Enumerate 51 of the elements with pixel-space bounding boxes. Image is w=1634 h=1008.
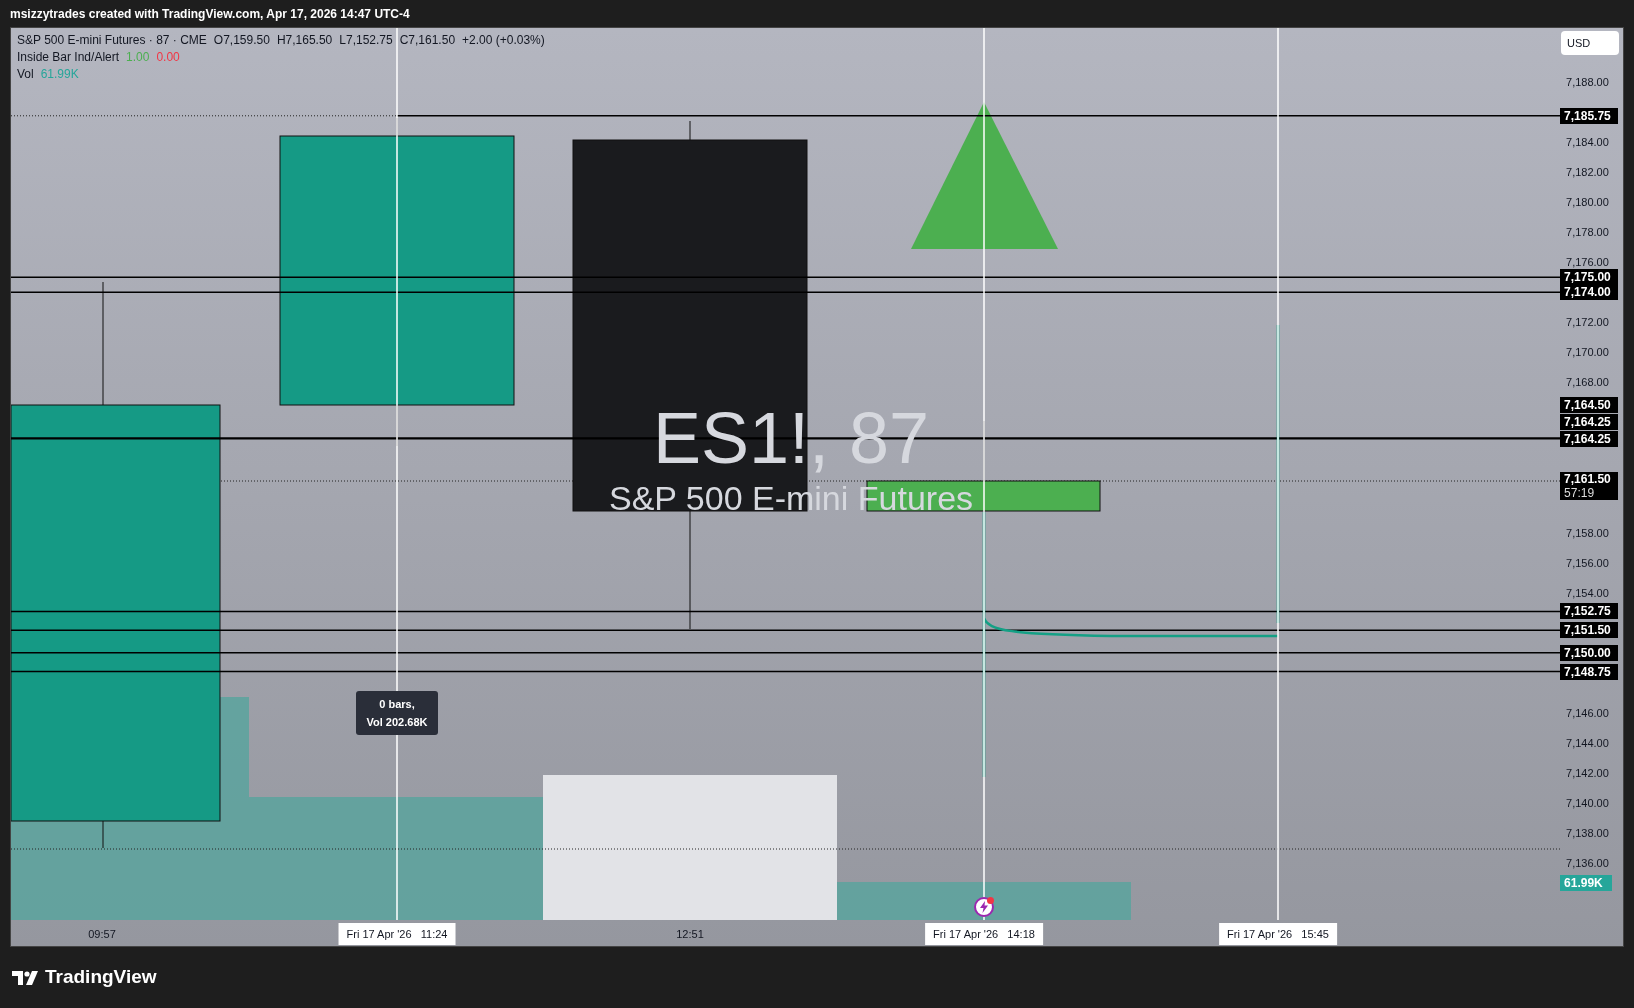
currency-button[interactable]: USD: [1561, 31, 1620, 55]
price-label: 7,174.00: [1560, 284, 1619, 300]
indicator-value: 61.99K: [40, 67, 79, 81]
price-tick: 7,146.00: [1566, 705, 1609, 720]
price-tick: 7,176.00: [1566, 255, 1609, 270]
price-tick: 7,142.00: [1566, 765, 1609, 780]
price-tick: 7,172.00: [1566, 315, 1609, 330]
price-tick: 7,154.00: [1566, 585, 1609, 600]
price-tick: 7,140.00: [1566, 795, 1609, 810]
price-label: 7,150.00: [1560, 645, 1619, 661]
price-label: 7,164.25: [1560, 414, 1619, 430]
price-label: 7,185.75: [1560, 108, 1619, 124]
indicator-name: Vol: [17, 67, 34, 81]
symbol-title: S&P 500 E-mini Futures · 87 · CME: [17, 33, 207, 47]
logo-icon: [12, 970, 40, 985]
price-tick: 7,184.00: [1566, 135, 1609, 150]
price-label: 7,148.75: [1560, 664, 1619, 680]
price-tick: 7,182.00: [1566, 165, 1609, 180]
time-label: Fri 17 Apr '26 11:24: [338, 923, 456, 945]
price-label: 7,151.50: [1560, 622, 1619, 638]
snapshot-title: msizzytrades created with TradingView.com, Apr 17, 2026 14:47 UTC-4: [10, 5, 410, 23]
price-tick: 7,168.00: [1566, 375, 1609, 390]
price-tick: 7,188.00: [1566, 75, 1609, 89]
price-label: 7,164.25: [1560, 431, 1619, 447]
time-label: 09:57: [88, 927, 116, 942]
ohlc-value: H7,165.50: [276, 33, 333, 47]
brand-name: TradingView: [45, 965, 157, 990]
price-tick: 7,180.00: [1566, 195, 1609, 210]
price-tick: 7,178.00: [1566, 225, 1609, 240]
time-label: 12:51: [676, 927, 704, 942]
change-value: +2.00 (+0.03%): [462, 33, 545, 47]
indicator-name: Inside Bar Ind/Alert: [17, 50, 120, 64]
price-tick: 7,156.00: [1566, 555, 1609, 570]
indicator-value: 0.00: [156, 50, 180, 64]
tooltip: 0 bars, Vol 202.68K: [356, 691, 438, 735]
price-label: 7,175.00: [1560, 269, 1619, 285]
indicator-value: 1.00: [126, 50, 150, 64]
time-label: Fri 17 Apr '26 14:18: [925, 923, 1043, 945]
price-label: 61.99K: [1560, 875, 1613, 891]
price-tick: 7,138.00: [1566, 826, 1609, 840]
price-tick: 7,136.00: [1566, 856, 1609, 871]
ohlc-value: O7,159.50: [213, 33, 270, 47]
price-label: 7,152.75: [1560, 603, 1619, 619]
ohlc-value: L7,152.75: [339, 33, 393, 47]
price-label: 7,164.50: [1560, 397, 1619, 413]
price-tick: 7,170.00: [1566, 345, 1609, 360]
price-tick: 7,158.00: [1566, 525, 1609, 540]
time-label: Fri 17 Apr '26 15:45: [1219, 923, 1337, 945]
price-tick: 7,144.00: [1566, 735, 1609, 750]
price-label: 7,161.50 57:19: [1560, 472, 1619, 500]
ohlc-value: C7,161.50: [399, 33, 456, 47]
